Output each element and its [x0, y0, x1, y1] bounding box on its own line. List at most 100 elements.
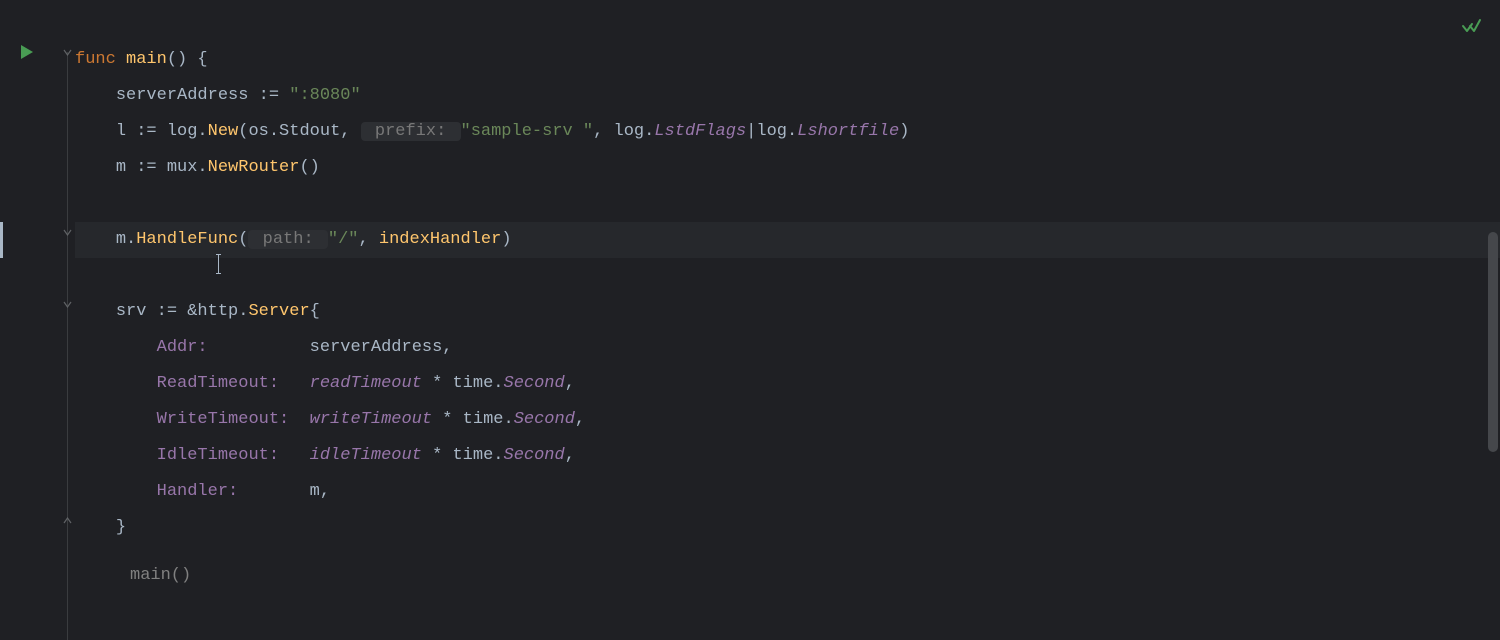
code-text: { — [310, 302, 320, 321]
operator: := — [259, 86, 279, 105]
argument: indexHandler — [379, 230, 501, 249]
align-pad — [289, 410, 309, 429]
code-text: &http. — [177, 302, 248, 321]
code-text: , log. — [593, 122, 654, 141]
code-line[interactable]: IdleTimeout: idleTimeout * time.Second, — [75, 438, 1500, 474]
align-pad — [279, 446, 310, 465]
code-line[interactable]: ReadTimeout: readTimeout * time.Second, — [75, 366, 1500, 402]
identifier: m — [310, 482, 320, 501]
indent — [75, 86, 116, 105]
package-ref: log. — [157, 122, 208, 141]
identifier: serverAddress — [310, 338, 443, 357]
string-literal: "/" — [328, 230, 359, 249]
keyword: func — [75, 50, 116, 69]
identifier: writeTimeout — [310, 410, 432, 429]
type-name: Server — [248, 302, 309, 321]
fold-column — [60, 0, 75, 600]
indent — [75, 302, 116, 321]
field-name: ReadTimeout: — [157, 374, 279, 393]
comma: , — [565, 446, 575, 465]
inlay-hint: path: — [248, 230, 327, 249]
indent — [75, 410, 157, 429]
align-pad — [279, 374, 310, 393]
run-gutter-icon[interactable] — [20, 44, 34, 60]
field-name: Handler: — [157, 482, 239, 501]
code-text: (os.Stdout, — [238, 122, 360, 141]
indent — [75, 374, 157, 393]
identifier: m. — [116, 230, 136, 249]
code-line[interactable]: serverAddress := ":8080" — [75, 78, 1500, 114]
inlay-hint: prefix: — [361, 122, 461, 141]
fold-guide-line — [67, 52, 68, 640]
align-pad — [238, 482, 309, 501]
function-name: main — [116, 50, 167, 69]
align-pad — [208, 338, 310, 357]
identifier: srv — [116, 302, 157, 321]
constant: LstdFlags — [654, 122, 746, 141]
identifier: m — [116, 158, 136, 177]
package-ref: mux. — [157, 158, 208, 177]
code-text: ) — [501, 230, 511, 249]
code-line[interactable]: Handler: m, — [75, 474, 1500, 510]
operator: := — [136, 122, 156, 141]
string-literal: "sample-srv " — [461, 122, 594, 141]
code-text: ( — [238, 230, 248, 249]
code-text: ) — [899, 122, 909, 141]
vertical-scrollbar[interactable] — [1488, 232, 1498, 452]
code-line-empty[interactable] — [75, 186, 1500, 222]
code-text: log. — [756, 122, 797, 141]
operator: := — [136, 158, 156, 177]
code-text: * time. — [422, 446, 504, 465]
code-line[interactable]: Addr: serverAddress, — [75, 330, 1500, 366]
field-name: IdleTimeout: — [157, 446, 279, 465]
code-line-empty[interactable] — [75, 258, 1500, 294]
constant: Second — [504, 374, 565, 393]
fold-open-icon[interactable] — [63, 228, 72, 237]
identifier: l — [116, 122, 136, 141]
code-line[interactable]: m := mux.NewRouter() — [75, 150, 1500, 186]
comma: , — [442, 338, 452, 357]
code-content[interactable]: func main() { serverAddress := ":8080" l… — [75, 0, 1500, 600]
indent — [75, 122, 116, 141]
editor-gutter — [0, 0, 75, 600]
fold-close-icon[interactable] — [63, 516, 72, 525]
code-text: () — [299, 158, 319, 177]
code-line[interactable]: srv := &http.Server{ — [75, 294, 1500, 330]
fold-open-icon[interactable] — [63, 48, 72, 57]
indent — [75, 338, 157, 357]
constant: Second — [504, 446, 565, 465]
indent — [75, 230, 116, 249]
operator: := — [157, 302, 177, 321]
code-line-current[interactable]: m.HandleFunc( path: "/", indexHandler) — [75, 222, 1500, 258]
code-line[interactable]: WriteTimeout: writeTimeout * time.Second… — [75, 402, 1500, 438]
fold-open-icon[interactable] — [63, 300, 72, 309]
field-name: WriteTimeout: — [157, 410, 290, 429]
comma: , — [565, 374, 575, 393]
code-line[interactable]: } — [75, 510, 1500, 546]
code-text: } — [116, 518, 126, 537]
constant: Lshortfile — [797, 122, 899, 141]
identifier: readTimeout — [310, 374, 422, 393]
function-name: New — [208, 122, 239, 141]
code-editor[interactable]: func main() { serverAddress := ":8080" l… — [0, 0, 1500, 600]
indent — [75, 446, 157, 465]
code-line[interactable]: func main() { — [75, 42, 1500, 78]
code-line[interactable]: l := log.New(os.Stdout, prefix: "sample-… — [75, 114, 1500, 150]
code-text: * time. — [432, 410, 514, 429]
string-literal: ":8080" — [279, 86, 361, 105]
code-text: , — [358, 230, 378, 249]
indent — [75, 158, 116, 177]
problems-check-icon[interactable] — [1460, 14, 1482, 51]
code-text: * time. — [422, 374, 504, 393]
comma: , — [320, 482, 330, 501]
function-name: HandleFunc — [136, 230, 238, 249]
operator: | — [746, 122, 756, 141]
identifier: idleTimeout — [310, 446, 422, 465]
breadcrumb[interactable]: main() — [130, 558, 191, 594]
identifier: serverAddress — [116, 86, 259, 105]
comma: , — [575, 410, 585, 429]
constant: Second — [514, 410, 575, 429]
indent — [75, 482, 157, 501]
function-name: NewRouter — [208, 158, 300, 177]
indent — [75, 518, 116, 537]
